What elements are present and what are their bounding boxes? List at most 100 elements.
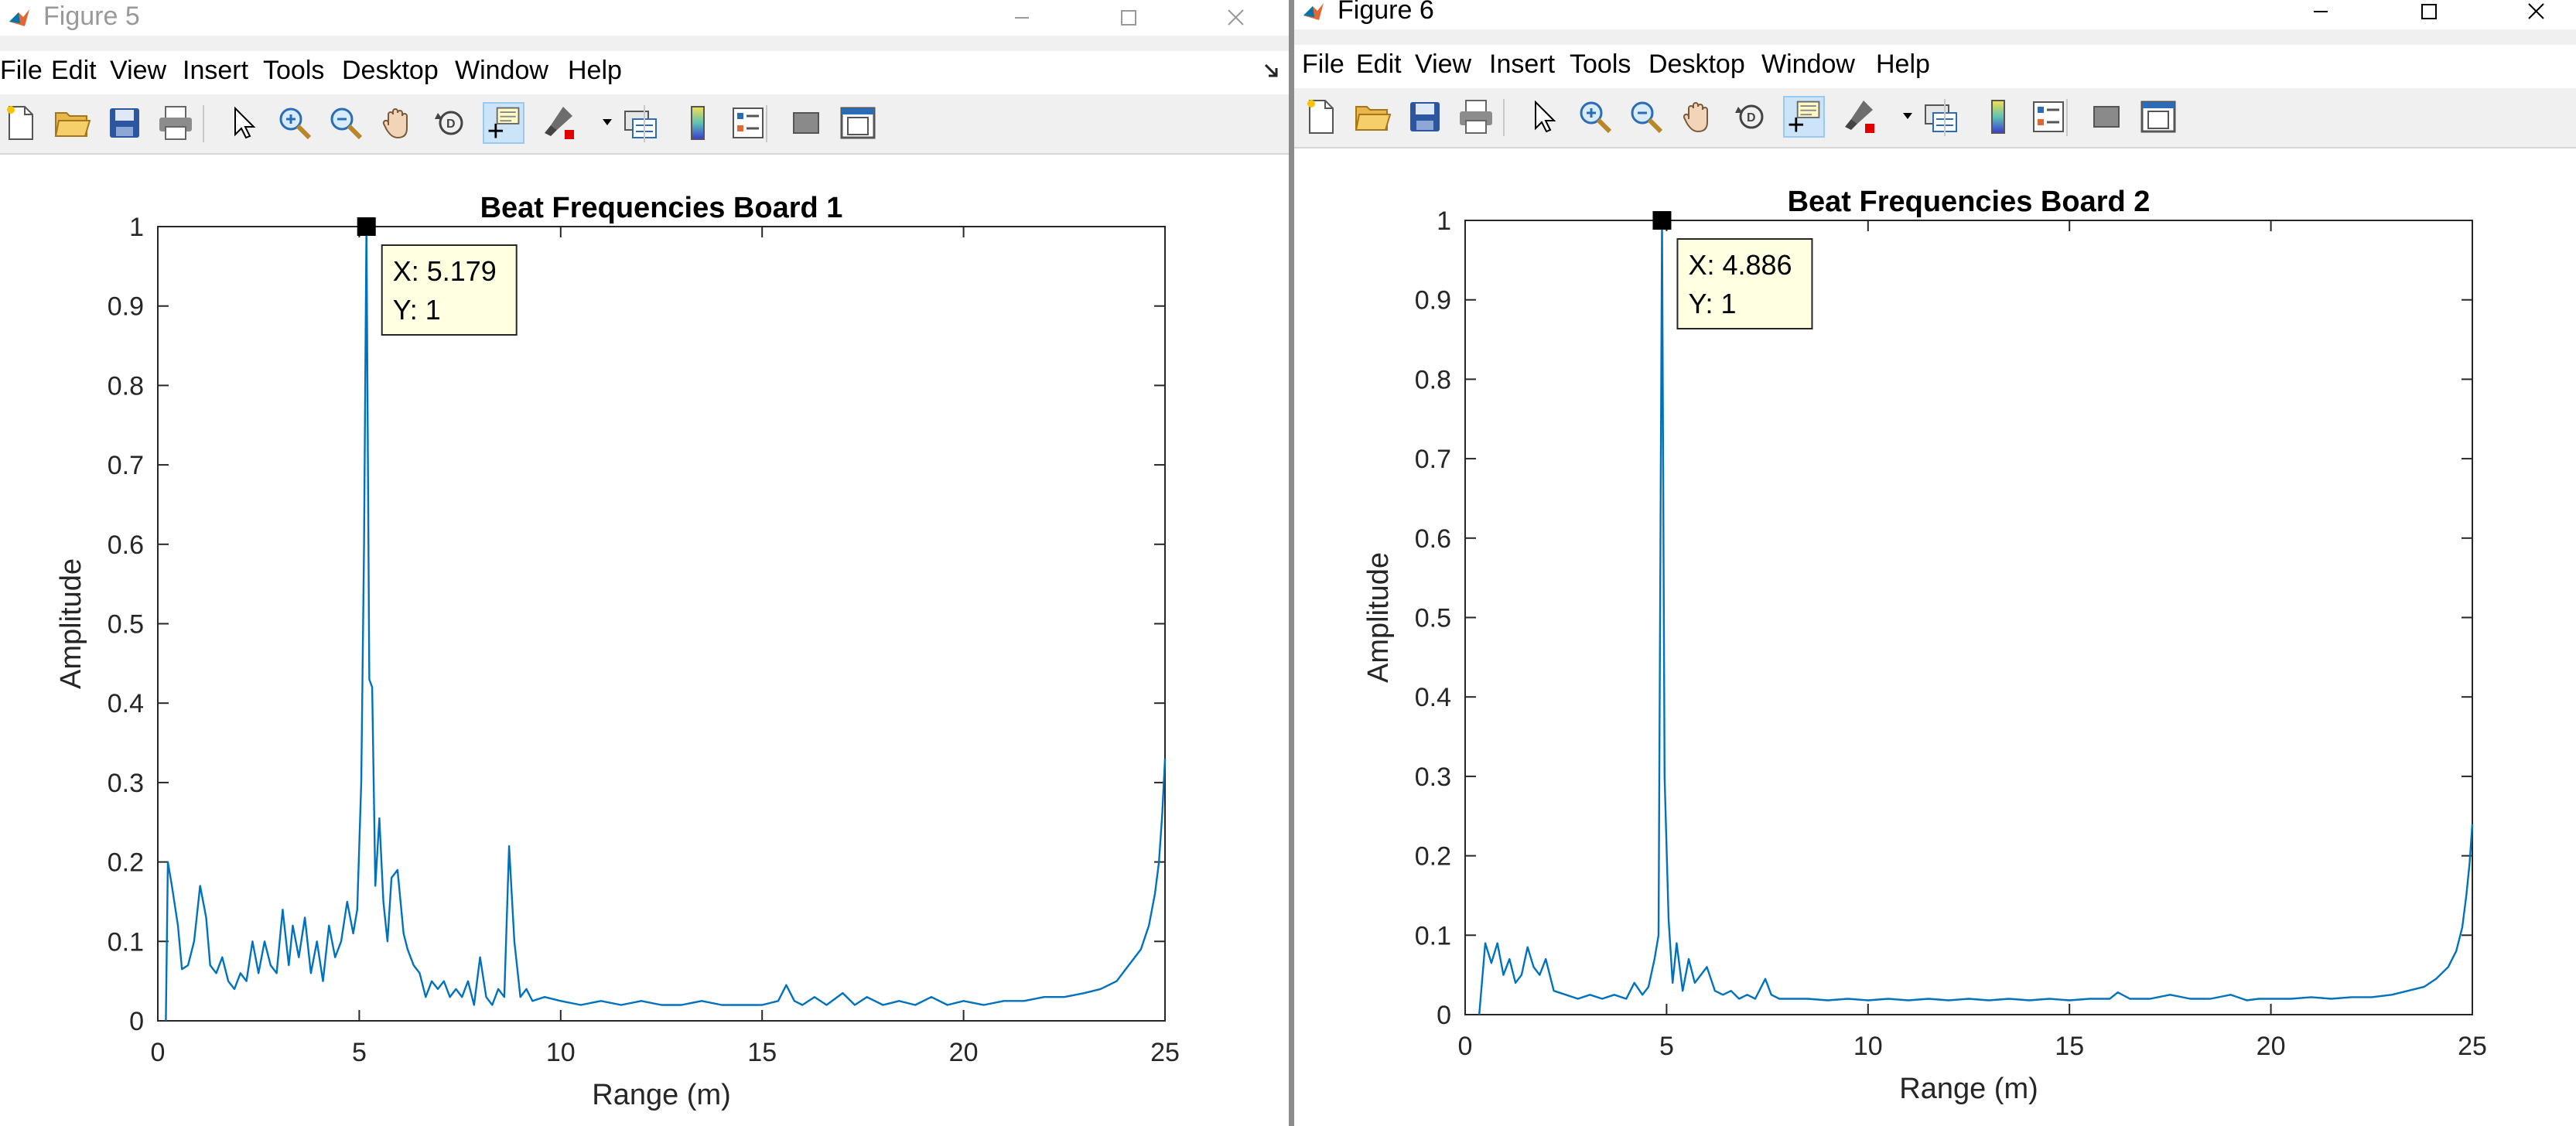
y-tick-label: 0.2 [108, 848, 144, 878]
open-file-icon[interactable] [51, 102, 93, 144]
matlab-icon [1303, 3, 1324, 20]
figure-5-window: Figure 5 File Edit View Insert Tools Des… [0, 0, 1289, 1126]
menu-desktop[interactable]: Desktop [1648, 49, 1745, 80]
menu-view[interactable]: View [1415, 49, 1471, 80]
menu-file[interactable]: File [1302, 49, 1344, 80]
save-icon[interactable] [104, 102, 145, 144]
x-axis-label: Range (m) [592, 1079, 731, 1111]
close-icon[interactable] [1208, 0, 1262, 36]
figure-toolbar: D [0, 94, 1289, 155]
y-tick-label: 0 [1437, 1001, 1451, 1030]
menu-edit[interactable]: Edit [1356, 49, 1402, 80]
y-tick-label: 1 [129, 213, 144, 242]
figure-toolbar: D [1294, 88, 2576, 148]
y-tick-label: 0.6 [1415, 524, 1451, 554]
matlab-icon [9, 9, 29, 26]
colorbar-icon[interactable] [1978, 96, 2020, 138]
menu-file[interactable]: File [0, 56, 43, 86]
pan-icon[interactable] [378, 102, 419, 144]
window-title: Figure 6 [1338, 0, 1434, 25]
legend-icon[interactable] [2028, 96, 2069, 138]
pan-icon[interactable] [1678, 96, 1720, 138]
menu-window[interactable]: Window [455, 56, 548, 86]
y-tick-label: 0.7 [108, 451, 144, 480]
show-plot-tools-icon[interactable] [2137, 96, 2179, 138]
x-tick-label: 0 [151, 1038, 166, 1067]
print-icon[interactable] [1455, 96, 1497, 138]
menu-help[interactable]: Help [1876, 49, 1930, 80]
maximize-icon[interactable] [2402, 0, 2456, 29]
new-figure-icon[interactable] [1300, 96, 1342, 138]
y-tick-label: 1 [1437, 206, 1451, 236]
axes-box [157, 226, 1166, 1022]
rotate-3d-icon[interactable]: D [430, 102, 472, 144]
x-tick-label: 0 [1458, 1032, 1473, 1061]
figure-6-window: Figure 6 File Edit View Insert Tools Des… [1294, 0, 2576, 1126]
zoom-out-icon[interactable] [1625, 96, 1667, 138]
menu-insert[interactable]: Insert [183, 56, 248, 86]
title-bar[interactable]: Figure 6 [1294, 0, 2576, 29]
x-tick-label: 10 [1853, 1032, 1883, 1061]
brush-icon[interactable] [1837, 96, 1879, 138]
minimize-icon[interactable] [995, 0, 1049, 36]
dock-figure-icon[interactable] [1262, 62, 1281, 80]
brush-icon[interactable] [537, 102, 579, 144]
print-icon[interactable] [155, 102, 196, 144]
colorbar-icon[interactable] [678, 102, 719, 144]
y-tick-label: 0.4 [108, 689, 144, 718]
rotate-3d-icon[interactable]: D [1730, 96, 1772, 138]
data-cursor-icon[interactable] [1783, 96, 1825, 138]
toolbar-separator [1944, 99, 1946, 136]
toolbar-separator [644, 105, 645, 142]
x-tick-label: 20 [2257, 1032, 2286, 1061]
y-tick-label: 0.3 [1415, 763, 1451, 792]
menu-tools[interactable]: Tools [263, 56, 324, 86]
chart-figure-6: 0 5 10 15 20 25 0 0.1 0.2 0.3 0.4 0.5 0.6 0.7 0.8 0.9 1 B… [1362, 186, 2487, 1105]
datatip-marker[interactable] [1652, 211, 1672, 230]
edit-plot-icon[interactable] [221, 102, 263, 144]
y-tick-label: 0.8 [1415, 365, 1451, 394]
maximize-icon[interactable] [1102, 0, 1156, 36]
x-tick-label: 15 [2055, 1032, 2084, 1061]
menu-window[interactable]: Window [1761, 49, 1855, 80]
zoom-out-icon[interactable] [325, 102, 367, 144]
plot-area: 0 5 10 15 20 25 0 0.1 0.2 0.3 0.4 0.5 0.6 0.7 0.8 0.9 1 B… [1294, 148, 2576, 1126]
y-tick-label: 0.5 [108, 610, 144, 640]
y-tick-label: 0.6 [108, 531, 144, 560]
data-cursor-icon[interactable] [483, 102, 524, 144]
hide-plot-tools-icon[interactable] [786, 102, 828, 144]
x-tick-label: 5 [352, 1038, 367, 1067]
datatip-x-text: X: 5.179 [393, 255, 497, 287]
y-tick-label: 0.1 [1415, 921, 1451, 950]
chart-figure-5: 0 5 10 15 20 25 0 0.1 0.2 0.3 0.4 0.5 0.6 0.7 0.8 0.9 1 B… [55, 192, 1180, 1111]
chart-title: Beat Frequencies Board 2 [1788, 186, 2151, 218]
edit-plot-icon[interactable] [1522, 96, 1563, 138]
y-tick-label: 0.9 [1415, 286, 1451, 316]
x-tick-label: 25 [2458, 1032, 2487, 1061]
axes-box [1464, 220, 2473, 1015]
link-plot-icon[interactable] [619, 102, 661, 144]
menu-help[interactable]: Help [568, 56, 622, 86]
toolbar-separator [1503, 99, 1505, 136]
close-icon[interactable] [2509, 0, 2563, 29]
legend-icon[interactable] [727, 102, 769, 144]
zoom-in-icon[interactable] [1574, 96, 1616, 138]
new-figure-icon[interactable] [0, 102, 42, 144]
menu-insert[interactable]: Insert [1489, 49, 1555, 80]
link-plot-icon[interactable] [1919, 96, 1961, 138]
zoom-in-icon[interactable] [274, 102, 316, 144]
hide-plot-tools-icon[interactable] [2086, 96, 2128, 138]
open-file-icon[interactable] [1351, 96, 1393, 138]
menu-tools[interactable]: Tools [1570, 49, 1631, 80]
plot-area: 0 5 10 15 20 25 0 0.1 0.2 0.3 0.4 0.5 0.6 0.7 0.8 0.9 1 B… [0, 155, 1289, 1126]
y-tick-label: 0.4 [1415, 683, 1451, 712]
menu-desktop[interactable]: Desktop [342, 56, 439, 86]
menu-edit[interactable]: Edit [51, 56, 97, 86]
title-bar[interactable]: Figure 5 [0, 0, 1289, 36]
menu-view[interactable]: View [110, 56, 166, 86]
minimize-icon[interactable] [2294, 0, 2348, 29]
datatip-marker[interactable] [357, 217, 376, 236]
save-icon[interactable] [1404, 96, 1446, 138]
show-plot-tools-icon[interactable] [837, 102, 879, 144]
x-tick-label: 15 [747, 1038, 777, 1067]
